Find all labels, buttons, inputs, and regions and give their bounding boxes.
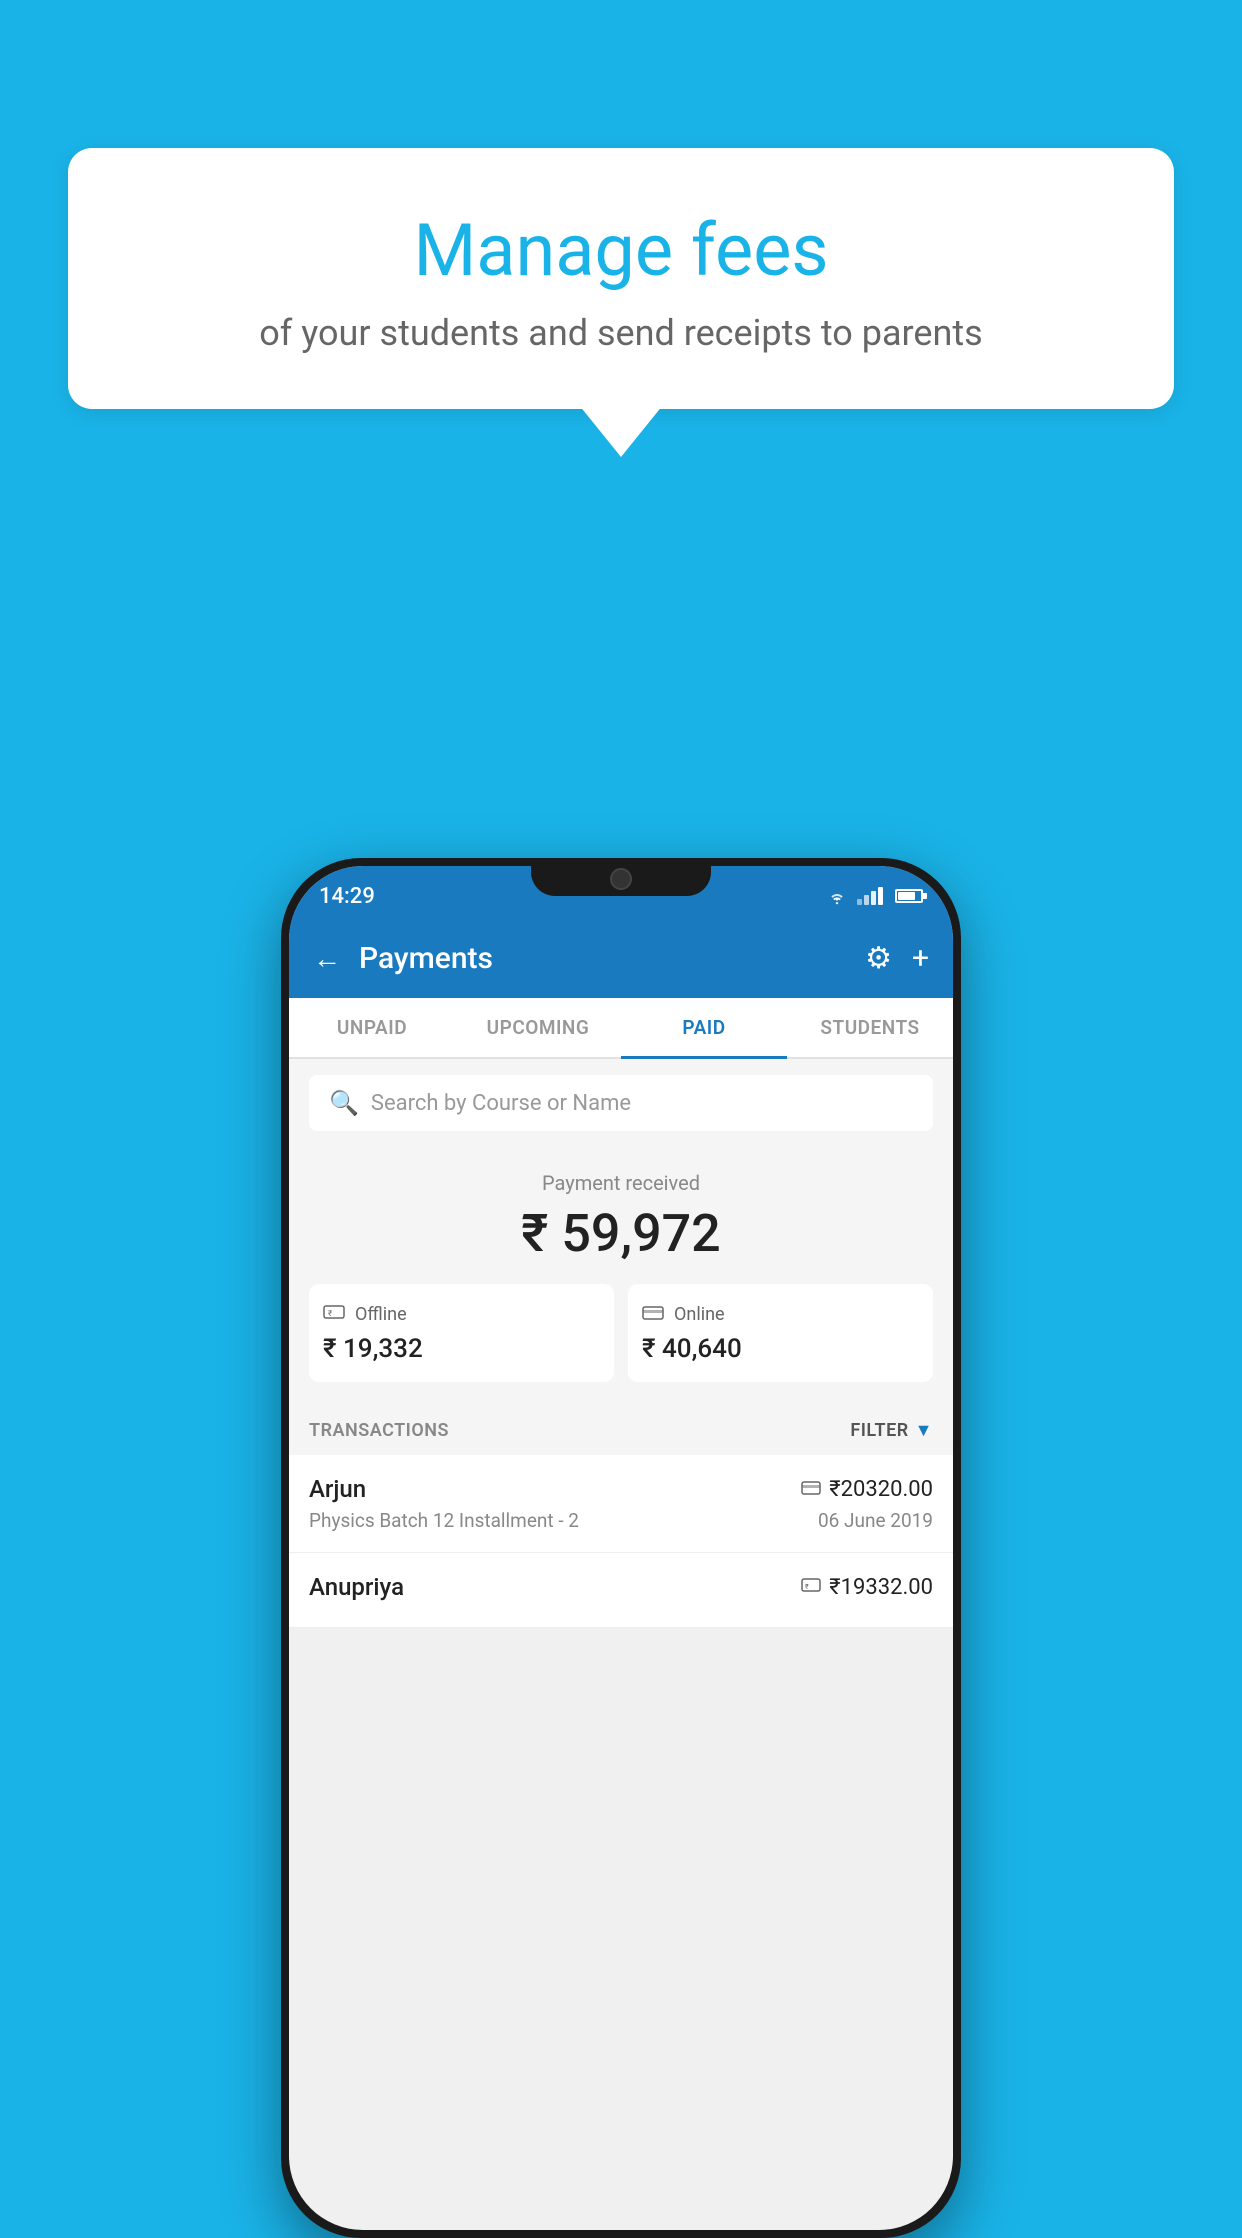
transaction-name: Anupriya (309, 1573, 404, 1601)
wifi-icon (825, 887, 849, 905)
tab-students[interactable]: STUDENTS (787, 998, 953, 1057)
phone-frame: 14:29 (281, 858, 961, 2238)
status-icons (825, 887, 923, 905)
app-header: ← Payments ⚙ + (289, 918, 953, 998)
table-row[interactable]: Anupriya ₹ ₹19332.00 (289, 1553, 953, 1628)
payment-amount: ₹ 59,972 (309, 1203, 933, 1264)
status-time: 14:29 (319, 884, 375, 909)
offline-card: ₹ Offline ₹ 19,332 (309, 1284, 614, 1382)
add-button[interactable]: + (912, 941, 929, 976)
battery-icon (895, 889, 923, 903)
back-button[interactable]: ← (313, 942, 341, 975)
speech-bubble: Manage fees of your students and send re… (68, 148, 1174, 409)
bubble-subtitle: of your students and send receipts to pa… (108, 312, 1134, 354)
search-container: 🔍 Search by Course or Name (289, 1059, 953, 1147)
payment-label: Payment received (309, 1171, 933, 1195)
transaction-amount: ₹19332.00 (829, 1575, 933, 1600)
online-card-header: Online (642, 1302, 919, 1326)
filter-icon: ▼ (915, 1420, 933, 1441)
offline-label: Offline (355, 1304, 407, 1325)
settings-button[interactable]: ⚙ (865, 941, 892, 976)
filter-label: FILTER (850, 1420, 908, 1441)
transaction-course: Physics Batch 12 Installment - 2 (309, 1509, 579, 1532)
online-card: Online ₹ 40,640 (628, 1284, 933, 1382)
search-bar[interactable]: 🔍 Search by Course or Name (309, 1075, 933, 1131)
filter-button[interactable]: FILTER ▼ (850, 1420, 933, 1441)
tab-unpaid[interactable]: UNPAID (289, 998, 455, 1057)
header-title: Payments (359, 941, 865, 976)
tabs-bar: UNPAID UPCOMING PAID STUDENTS (289, 998, 953, 1059)
payment-summary: Payment received ₹ 59,972 ₹ Offline (289, 1147, 953, 1402)
online-icon (642, 1302, 664, 1326)
offline-amount: ₹ 19,332 (323, 1334, 600, 1364)
offline-icon: ₹ (323, 1302, 345, 1326)
tab-paid[interactable]: PAID (621, 998, 787, 1057)
transaction-top: Anupriya ₹ ₹19332.00 (309, 1573, 933, 1601)
offline-payment-icon: ₹ (801, 1577, 821, 1598)
svg-text:₹: ₹ (805, 1583, 809, 1591)
header-icons: ⚙ + (865, 941, 929, 976)
transactions-header: TRANSACTIONS FILTER ▼ (289, 1402, 953, 1455)
phone-screen: 14:29 (289, 866, 953, 2230)
transactions-label: TRANSACTIONS (309, 1420, 449, 1441)
phone-notch (531, 858, 711, 896)
transaction-amount-wrap: ₹ ₹19332.00 (801, 1575, 933, 1600)
transaction-bottom: Physics Batch 12 Installment - 2 06 June… (309, 1509, 933, 1532)
svg-text:₹: ₹ (328, 1309, 332, 1318)
transaction-date: 06 June 2019 (818, 1509, 933, 1532)
front-camera (610, 868, 632, 890)
online-label: Online (674, 1304, 725, 1325)
tab-upcoming[interactable]: UPCOMING (455, 998, 621, 1057)
transaction-top: Arjun ₹20320.00 (309, 1475, 933, 1503)
offline-card-header: ₹ Offline (323, 1302, 600, 1326)
online-amount: ₹ 40,640 (642, 1334, 919, 1364)
online-payment-icon (801, 1479, 821, 1500)
transaction-amount: ₹20320.00 (829, 1477, 933, 1502)
search-icon: 🔍 (329, 1089, 359, 1117)
table-row[interactable]: Arjun ₹20320.00 Physics Batch 12 Install… (289, 1455, 953, 1553)
transaction-name: Arjun (309, 1475, 366, 1503)
payment-cards: ₹ Offline ₹ 19,332 (309, 1284, 933, 1382)
search-placeholder: Search by Course or Name (371, 1091, 631, 1116)
signal-icon (857, 887, 883, 905)
bubble-title: Manage fees (108, 208, 1134, 294)
transaction-amount-wrap: ₹20320.00 (801, 1477, 933, 1502)
transaction-list: Arjun ₹20320.00 Physics Batch 12 Install… (289, 1455, 953, 1628)
